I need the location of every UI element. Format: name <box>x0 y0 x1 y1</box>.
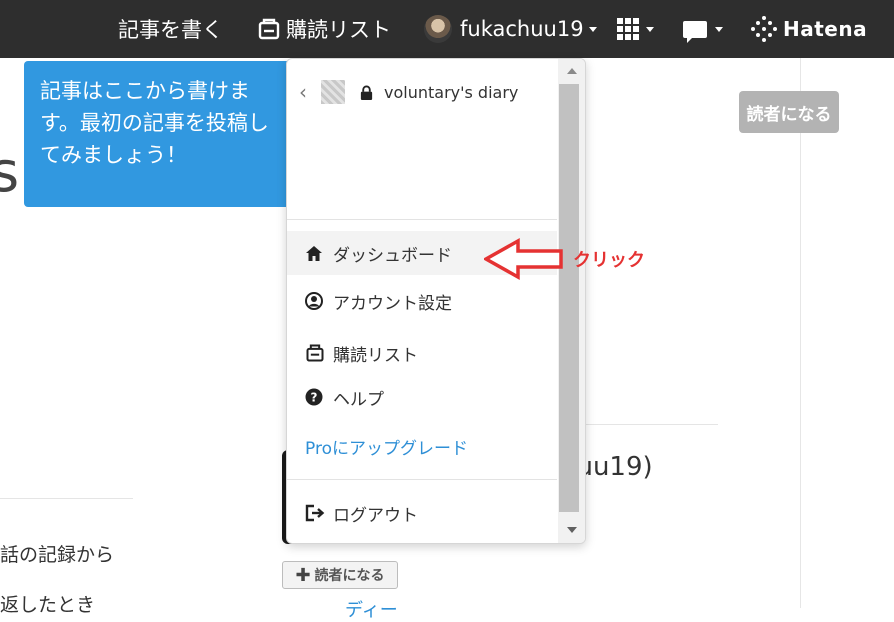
reading-list-icon <box>305 343 327 363</box>
tooltip-line: 記事はここから書けま <box>40 79 250 103</box>
tooltip-line: てみましょう！ <box>40 143 187 167</box>
reading-list-link[interactable]: 購読リスト <box>257 0 391 58</box>
link-fragment[interactable]: ディー <box>345 596 398 622</box>
menu-scrollbar[interactable] <box>558 59 585 543</box>
subscribe-small-button[interactable]: ✚ 読者になる <box>282 561 398 589</box>
menu-item-reading-list[interactable]: 購読リスト <box>287 331 557 375</box>
question-circle-icon: ? <box>305 388 327 406</box>
username: fukachuu19 <box>460 17 584 41</box>
scrollbar-thumb[interactable] <box>559 84 579 512</box>
avatar <box>424 15 452 43</box>
menu-item-label: 購読リスト <box>333 345 418 366</box>
plus-icon: ✚ <box>295 564 311 586</box>
body-text-fragment: 話の記録から <box>0 544 115 566</box>
menu-item-label: ログアウト <box>333 505 418 526</box>
write-article-link[interactable]: 記事を書く <box>118 0 223 58</box>
services-menu-toggle[interactable] <box>617 0 654 58</box>
section-divider <box>584 424 718 425</box>
reading-list-label: 購読リスト <box>286 18 391 42</box>
body-text-fragment: 返したとき <box>0 594 96 616</box>
logout-icon <box>305 504 327 522</box>
column-divider <box>800 58 801 608</box>
chevron-left-icon[interactable]: ‹ <box>299 80 307 104</box>
notifications-toggle[interactable] <box>683 0 723 58</box>
chevron-down-icon <box>646 26 654 32</box>
menu-item-label: ダッシュボード <box>333 245 452 266</box>
menu-divider <box>287 219 557 220</box>
user-circle-icon <box>305 292 327 310</box>
home-icon <box>305 245 327 262</box>
onboarding-tooltip: 記事はここから書けま す。最初の記事を投稿し てみましょう！ <box>24 61 312 207</box>
menu-item-upgrade-pro[interactable]: Proにアップグレード <box>287 424 557 468</box>
scroll-up-icon[interactable] <box>567 68 577 74</box>
user-menu-toggle[interactable]: fukachuu19 <box>424 0 597 58</box>
subscribe-small-label: 読者になる <box>314 568 385 584</box>
chevron-down-icon <box>588 26 597 32</box>
menu-divider <box>287 479 557 480</box>
lock-icon <box>360 85 373 100</box>
user-dropdown-menu: ‹ voluntary's diary ダッシュボード アカウント設定 購読リス… <box>286 58 586 544</box>
chevron-down-icon <box>715 26 723 32</box>
menu-item-label: アカウント設定 <box>333 293 452 314</box>
reading-list-icon <box>258 18 280 40</box>
chat-icon <box>683 20 707 43</box>
tooltip-line: す。最初の記事を投稿し <box>40 111 269 135</box>
menu-item-logout[interactable]: ログアウト <box>287 491 557 535</box>
menu-item-account-settings[interactable]: アカウント設定 <box>287 279 557 323</box>
grid-icon <box>617 18 639 40</box>
hatena-logo[interactable]: Hatena <box>751 0 867 58</box>
menu-item-label: ヘルプ <box>333 389 384 410</box>
menu-item-help[interactable]: ? ヘルプ <box>287 375 557 419</box>
hatena-logo-icon <box>751 16 777 42</box>
section-divider <box>0 498 133 499</box>
svg-text:?: ? <box>311 391 318 405</box>
annotation-label: クリック <box>573 250 645 271</box>
global-header: 記事を書く 購読リスト fukachuu19 Hatena <box>0 0 894 58</box>
background-heading-fragment: s <box>0 140 20 205</box>
scroll-down-icon[interactable] <box>567 527 577 533</box>
blog-switcher[interactable]: ‹ voluntary's diary <box>287 59 557 125</box>
blog-icon <box>321 80 345 104</box>
blog-name: voluntary's diary <box>384 82 519 102</box>
brand-name: Hatena <box>783 17 868 41</box>
annotation-arrow-icon <box>484 238 563 280</box>
subscribe-button[interactable]: 読者になる <box>739 91 839 133</box>
